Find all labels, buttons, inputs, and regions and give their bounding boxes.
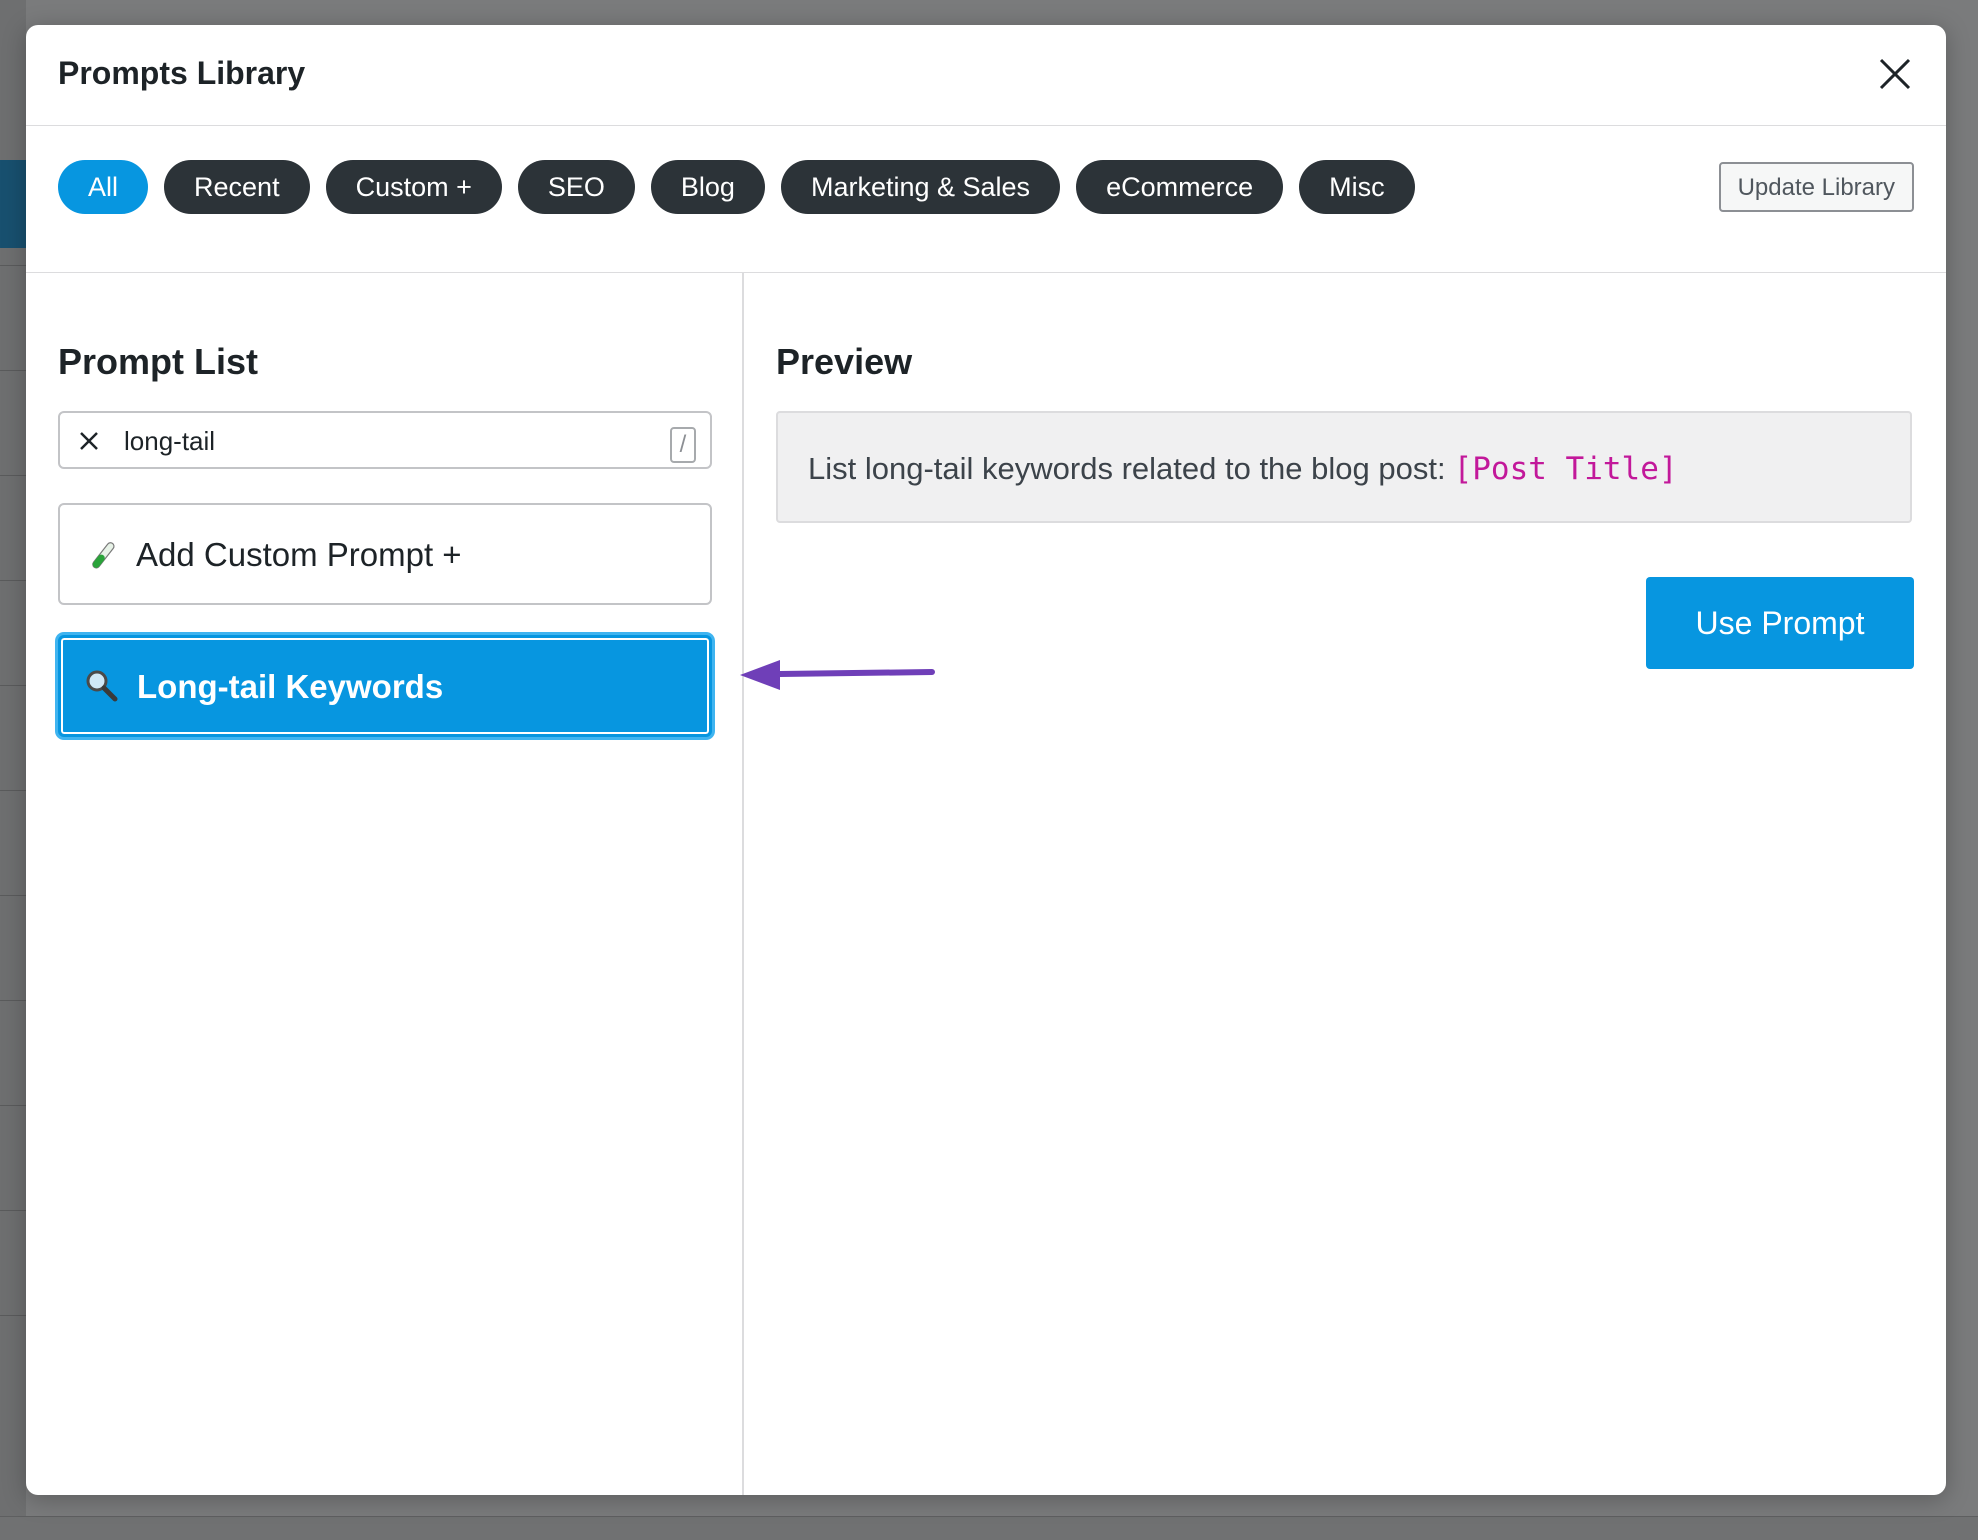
chip-all[interactable]: All — [58, 160, 149, 214]
background-divider — [0, 1315, 26, 1316]
test-tube-icon — [92, 542, 115, 569]
modal-header: Prompts Library — [26, 25, 1946, 126]
add-custom-prompt-button[interactable]: Add Custom Prompt + — [58, 503, 712, 605]
chip-ecommerce[interactable]: eCommerce — [1076, 160, 1284, 214]
prompt-list-heading: Prompt List — [58, 341, 259, 382]
clear-search-button[interactable] — [76, 428, 102, 454]
category-filters: All Recent Custom + SEO Blog Marketing &… — [26, 126, 1946, 273]
background-bottom — [0, 1516, 1978, 1540]
background-divider — [0, 370, 26, 371]
background-divider — [0, 475, 26, 476]
preview-pane: Preview List long-tail keywords related … — [744, 273, 1946, 1495]
chip-custom[interactable]: Custom + — [325, 160, 502, 214]
background-accent — [0, 160, 26, 248]
prompts-library-modal: Prompts Library All Recent Custom + SEO … — [26, 25, 1946, 1495]
long-tail-keywords-label: Long-tail Keywords — [137, 668, 444, 705]
prompt-item-long-tail-keywords[interactable]: Long-tail Keywords — [58, 635, 712, 737]
close-icon — [1879, 58, 1911, 90]
chip-misc[interactable]: Misc — [1299, 160, 1415, 214]
chip-blog[interactable]: Blog — [650, 160, 765, 214]
close-icon — [80, 432, 98, 450]
background-divider — [0, 580, 26, 581]
category-chip-row: All Recent Custom + SEO Blog Marketing &… — [58, 160, 1415, 214]
background-divider — [0, 265, 26, 266]
prompt-search-input[interactable] — [122, 421, 646, 461]
preview-variable: [Post Title] — [1453, 451, 1678, 487]
preview-text: List long-tail keywords related to the b… — [808, 451, 1678, 487]
background-divider — [0, 790, 26, 791]
slash-shortcut-hint: / — [670, 427, 696, 463]
magnifying-glass-icon — [86, 670, 118, 702]
chip-seo[interactable]: SEO — [517, 160, 635, 214]
background-divider — [0, 1000, 26, 1001]
preview-heading: Preview — [776, 341, 913, 382]
add-custom-prompt-label: Add Custom Prompt + — [136, 536, 462, 573]
background-divider — [0, 685, 26, 686]
annotation-arrow-icon — [740, 660, 935, 690]
background-page — [0, 0, 26, 1540]
preview-box: List long-tail keywords related to the b… — [776, 411, 1912, 523]
modal-title: Prompts Library — [58, 55, 306, 91]
close-button[interactable] — [1872, 51, 1918, 97]
background-divider — [0, 1105, 26, 1106]
background-divider — [0, 1210, 26, 1211]
chip-marketing-sales[interactable]: Marketing & Sales — [780, 160, 1061, 214]
use-prompt-button[interactable]: Use Prompt — [1646, 577, 1914, 669]
update-library-button[interactable]: Update Library — [1718, 162, 1914, 212]
chip-recent[interactable]: Recent — [164, 160, 310, 214]
preview-prompt-text: List long-tail keywords related to the b… — [808, 451, 1446, 486]
prompt-search-box: / — [58, 411, 712, 469]
prompt-list-pane: Prompt List / Add Custom Prompt + — [26, 273, 744, 1495]
background-divider — [0, 895, 26, 896]
